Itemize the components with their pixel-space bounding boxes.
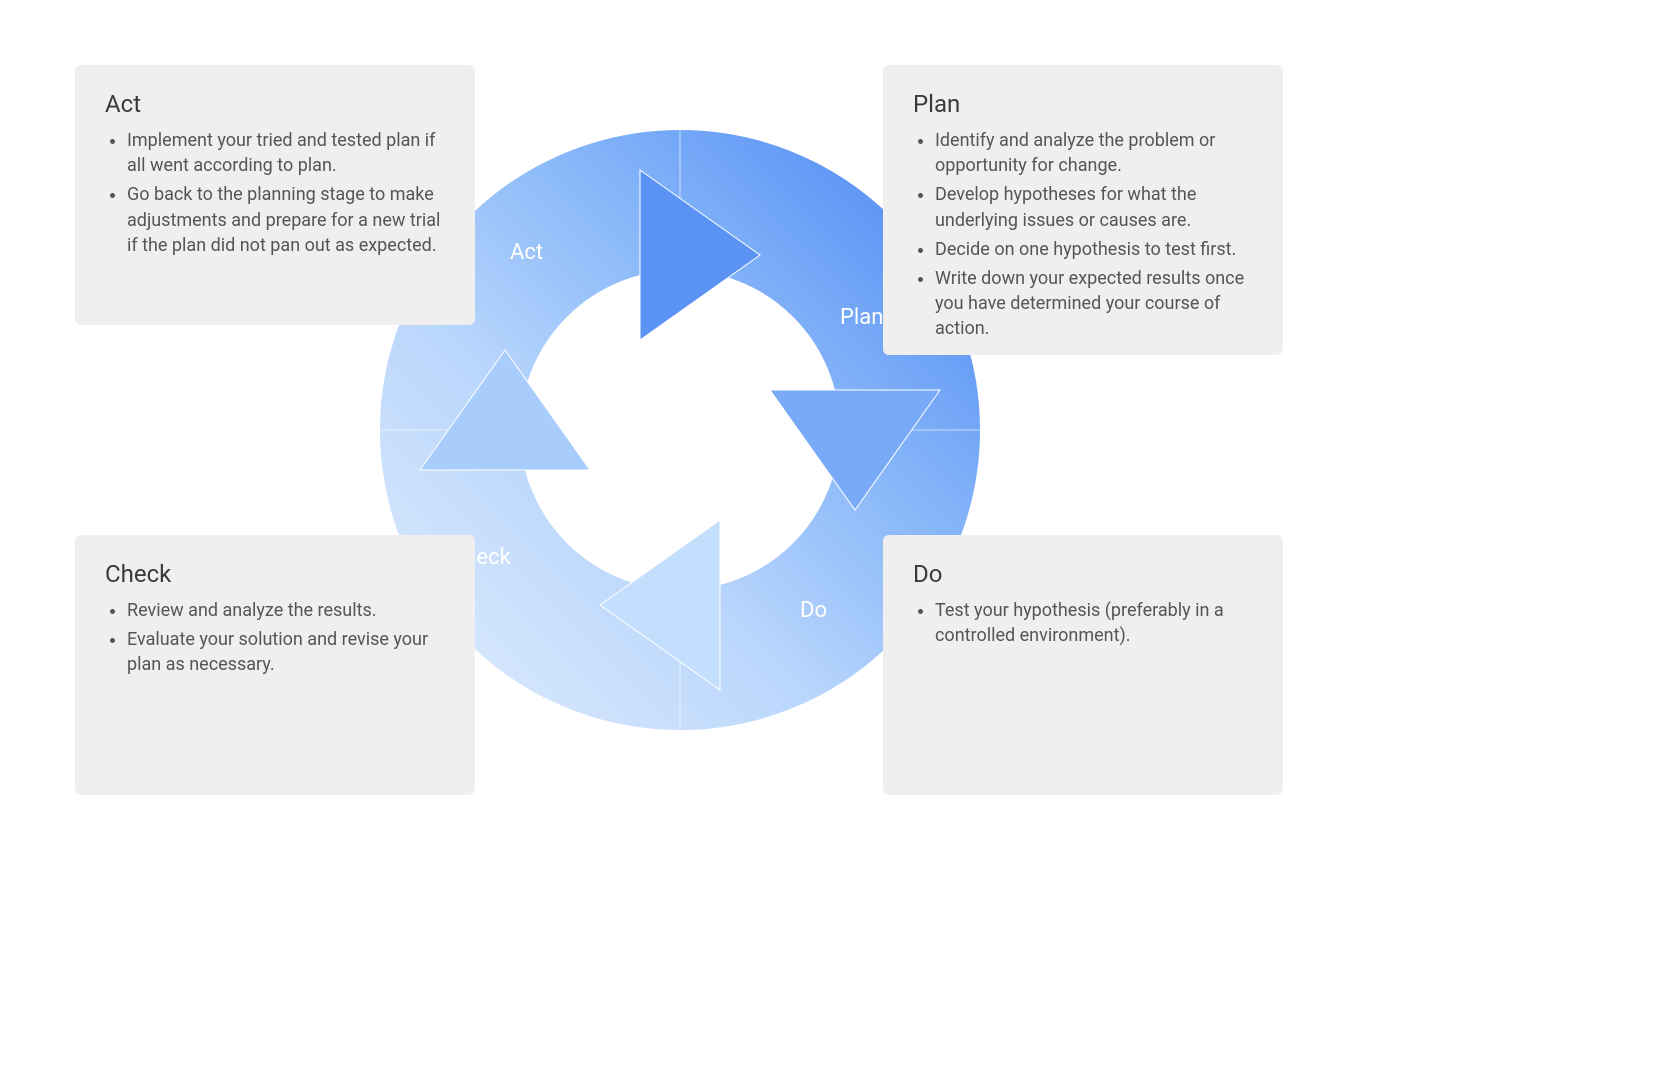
box-check: Check Review and analyze the results. Ev… (75, 535, 475, 795)
box-act-list: Implement your tried and tested plan if … (105, 128, 445, 258)
list-item: Go back to the planning stage to make ad… (127, 182, 445, 258)
list-item: Evaluate your solution and revise your p… (127, 627, 445, 677)
list-item: Review and analyze the results. (127, 598, 445, 623)
box-plan: Plan Identify and analyze the problem or… (883, 65, 1283, 355)
box-plan-list: Identify and analyze the problem or oppo… (913, 128, 1253, 342)
box-do-title: Do (913, 560, 1253, 588)
box-act: Act Implement your tried and tested plan… (75, 65, 475, 325)
list-item: Develop hypotheses for what the underlyi… (935, 182, 1253, 232)
list-item: Implement your tried and tested plan if … (127, 128, 445, 178)
box-check-title: Check (105, 560, 445, 588)
box-plan-title: Plan (913, 90, 1253, 118)
list-item: Test your hypothesis (preferably in a co… (935, 598, 1253, 648)
pdca-diagram: Act Plan Do Check Act Implement your tri… (0, 0, 1657, 1089)
box-check-list: Review and analyze the results. Evaluate… (105, 598, 445, 678)
box-do-list: Test your hypothesis (preferably in a co… (913, 598, 1253, 648)
box-do: Do Test your hypothesis (preferably in a… (883, 535, 1283, 795)
list-item: Identify and analyze the problem or oppo… (935, 128, 1253, 178)
list-item: Decide on one hypothesis to test first. (935, 237, 1253, 262)
list-item: Write down your expected results once yo… (935, 266, 1253, 342)
box-act-title: Act (105, 90, 445, 118)
